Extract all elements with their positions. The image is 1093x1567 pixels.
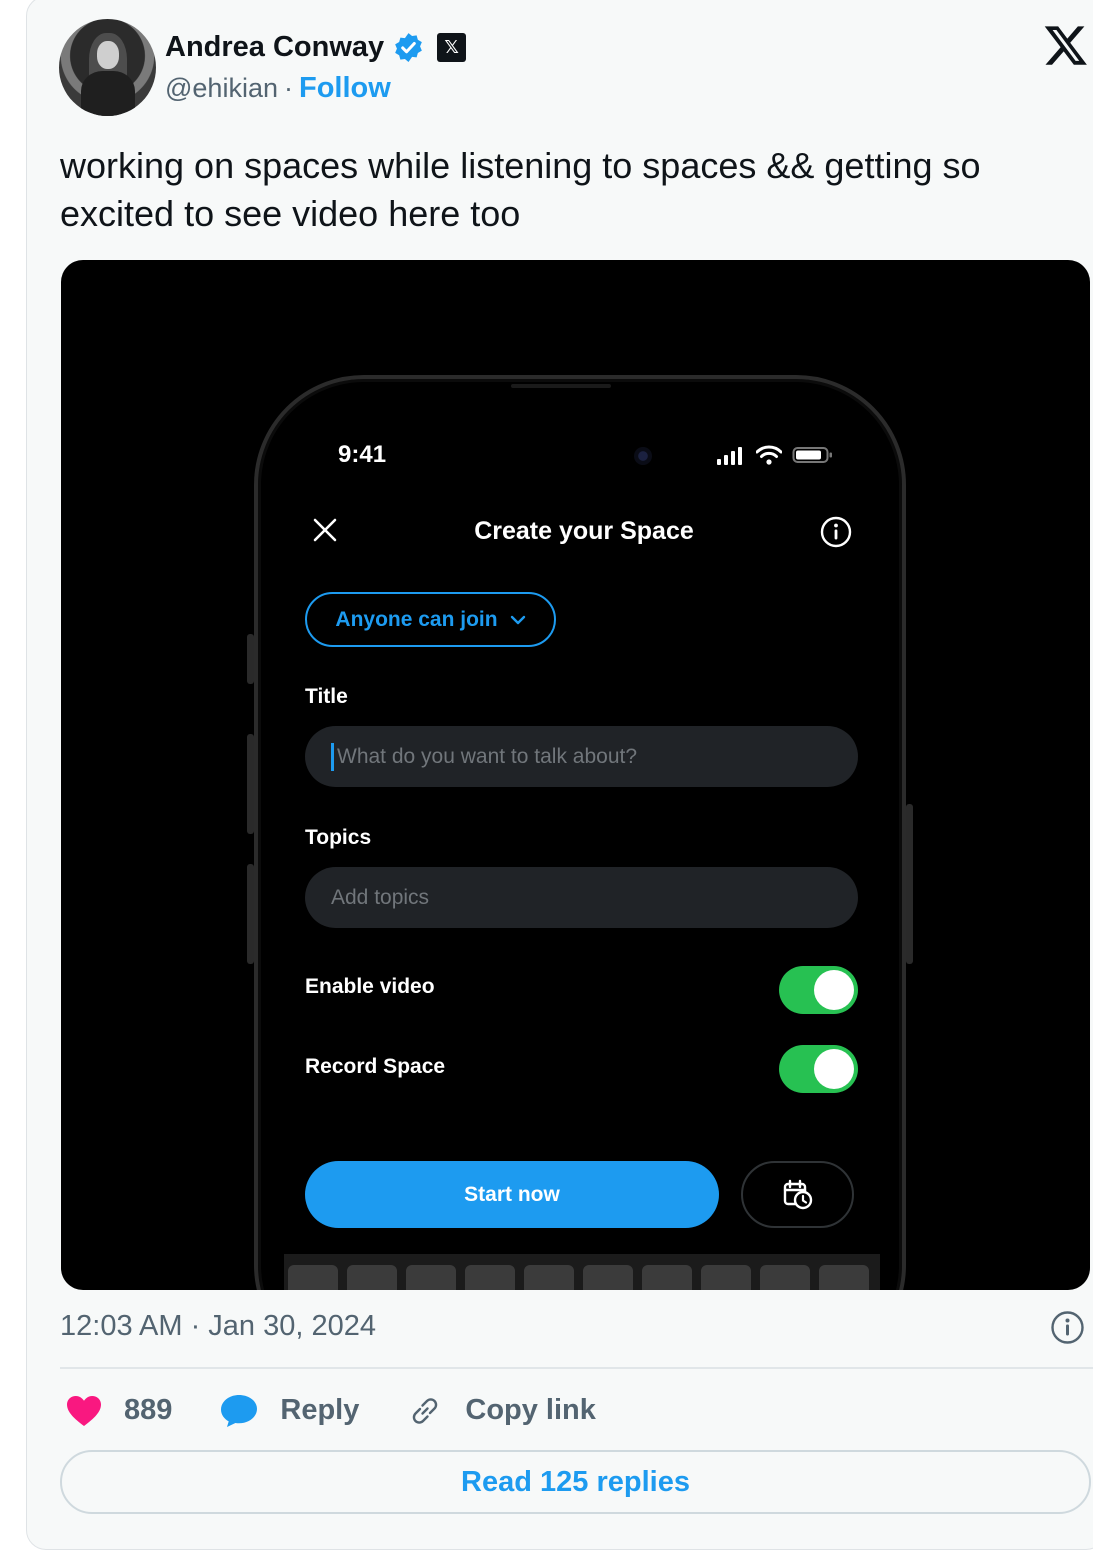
status-icons — [716, 445, 834, 465]
enable-video-toggle[interactable] — [779, 966, 858, 1014]
text-caret — [331, 742, 334, 771]
verified-badge-icon — [395, 32, 423, 62]
info-icon[interactable] — [1050, 1310, 1085, 1345]
calendar-clock-icon — [783, 1179, 812, 1209]
title-input[interactable]: What do you want to talk about? — [305, 726, 858, 787]
author-handle[interactable]: @ehikian — [165, 73, 278, 104]
tweet-media[interactable]: 9:41 Create your Space Anyone can join T… — [61, 260, 1090, 1290]
like-count: 889 — [124, 1394, 173, 1426]
keyboard — [284, 1254, 880, 1290]
tweet-timestamp[interactable]: 12:03 AM · Jan 30, 2024 — [60, 1310, 376, 1343]
copy-link-button[interactable]: Copy link — [407, 1393, 596, 1429]
x-logo-icon[interactable] — [1042, 22, 1090, 68]
start-now-button[interactable]: Start now — [305, 1161, 719, 1228]
author-avatar[interactable] — [59, 19, 156, 116]
wifi-icon — [756, 445, 782, 465]
reply-button[interactable]: Reply — [220, 1394, 359, 1428]
link-icon — [413, 1397, 438, 1424]
info-icon[interactable] — [819, 515, 853, 549]
topics-label: Topics — [305, 826, 372, 849]
topics-placeholder: Add topics — [331, 885, 430, 909]
copy-link-label: Copy link — [465, 1394, 596, 1426]
chevron-down-icon — [510, 615, 525, 624]
x-affiliation-icon: 𝕏 — [437, 32, 467, 62]
record-space-toggle[interactable] — [779, 1045, 858, 1093]
topics-input[interactable]: Add topics — [305, 867, 858, 928]
reply-bubble-icon — [221, 1394, 258, 1427]
schedule-button[interactable] — [741, 1161, 854, 1228]
battery-icon — [792, 447, 832, 463]
handle-separator: · — [283, 73, 293, 103]
handle-row: @ehikian · Follow — [165, 72, 391, 105]
enable-video-label: Enable video — [305, 975, 435, 998]
camera-icon — [634, 447, 652, 465]
heart-icon — [67, 1395, 101, 1426]
signal-icon — [717, 447, 742, 465]
audience-label: Anyone can join — [335, 607, 498, 631]
reply-label: Reply — [280, 1394, 360, 1426]
record-space-label: Record Space — [305, 1055, 446, 1078]
follow-link[interactable]: Follow — [299, 72, 391, 105]
audience-dropdown[interactable]: Anyone can join — [305, 592, 556, 647]
status-time: 9:41 — [338, 441, 387, 468]
title-placeholder: What do you want to talk about? — [337, 744, 638, 768]
tweet-text: working on spaces while listening to spa… — [60, 145, 981, 234]
tweet-actions: 889 Reply Copy link — [66, 1388, 644, 1433]
divider — [60, 1367, 1093, 1369]
like-button[interactable]: 889 — [66, 1394, 172, 1427]
title-label: Title — [305, 685, 348, 708]
screen-title: Create your Space — [474, 517, 694, 545]
author-name-row: Andrea Conway 𝕏 — [165, 28, 467, 66]
author-name[interactable]: Andrea Conway — [165, 31, 384, 64]
read-replies-button[interactable]: Read 125 replies — [60, 1450, 1091, 1514]
phone-mockup: 9:41 Create your Space Anyone can join T… — [247, 375, 913, 1290]
